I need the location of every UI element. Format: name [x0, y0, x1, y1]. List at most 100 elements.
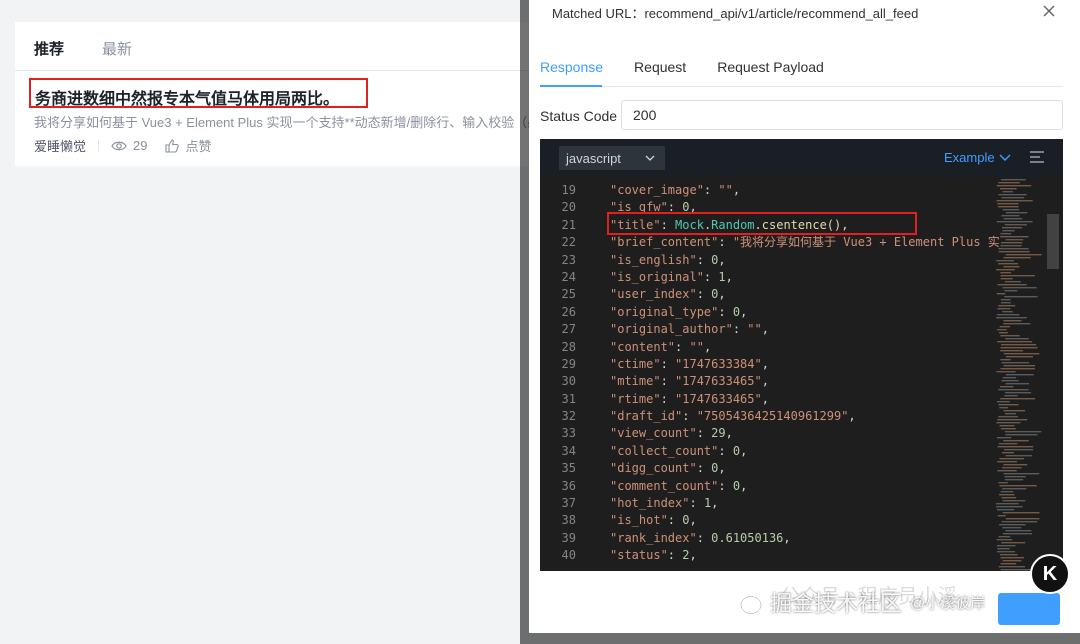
minimap-line	[1000, 272, 1012, 274]
minimap-line	[999, 332, 1008, 334]
article-brief: 我将分享如何基于 Vue3 + Element Plus 实现一个支持**动态新…	[34, 115, 534, 130]
confirm-button[interactable]	[998, 593, 1060, 625]
line-content: "content": "",	[610, 339, 712, 354]
status-code-input[interactable]: 200	[621, 100, 1063, 130]
minimap-line	[1003, 323, 1031, 325]
tab-request-payload[interactable]: Request Payload	[717, 59, 824, 85]
minimap-line	[1000, 236, 1029, 238]
minimap-line	[1002, 488, 1027, 490]
tab-recommend[interactable]: 推荐	[34, 38, 64, 59]
line-content: "brief_content": "我将分享如何基于 Vue3 + Elemen…	[610, 235, 1000, 250]
minimap-line	[1000, 188, 1017, 190]
menu-icon[interactable]	[1030, 151, 1044, 163]
minimap-line	[1000, 368, 1035, 370]
minimap-line	[1000, 359, 1011, 361]
line-number: 31	[561, 391, 576, 406]
minimap-line	[1004, 476, 1026, 478]
minimap-line	[996, 506, 1023, 508]
minimap-line	[1001, 521, 1038, 523]
minimap-line	[1001, 362, 1030, 364]
tab-request[interactable]: Request	[634, 59, 686, 85]
minimap-line	[997, 515, 1006, 517]
tab-response[interactable]: Response	[540, 59, 603, 85]
code-line: 19 "cover_image": "",	[540, 182, 1063, 199]
minimap-line	[999, 425, 1015, 427]
article-title[interactable]: 务商进数细中然报专本气值马体用局两比。	[35, 85, 339, 109]
editor-minimap[interactable]	[992, 179, 1047, 571]
author-name[interactable]: 爱睡懒觉	[34, 136, 86, 155]
minimap-line	[999, 485, 1037, 487]
minimap-line	[1002, 560, 1022, 562]
minimap-line	[1003, 320, 1022, 322]
avatar[interactable]: K	[1030, 554, 1070, 594]
minimap-line	[997, 419, 1028, 421]
code-line: 35 "digg_count": 0,	[540, 460, 1063, 477]
editor-scrollbar[interactable]	[1047, 214, 1059, 269]
line-number: 28	[561, 339, 576, 354]
minimap-line	[996, 317, 1027, 319]
line-number: 34	[561, 443, 576, 458]
like-button[interactable]: 点赞	[165, 136, 212, 155]
tabs-baseline	[540, 86, 1063, 87]
minimap-line	[998, 305, 1016, 307]
minimap-line	[996, 371, 1016, 373]
tab-latest[interactable]: 最新	[102, 38, 132, 59]
line-number: 37	[561, 496, 576, 511]
minimap-line	[1001, 542, 1026, 544]
minimap-line	[998, 566, 1026, 568]
active-tab-indicator	[540, 85, 602, 87]
minimap-line	[1000, 278, 1013, 280]
minimap-line	[1000, 350, 1024, 352]
line-number: 35	[561, 461, 576, 476]
minimap-line	[1005, 392, 1032, 394]
language-select[interactable]: javascript	[559, 146, 665, 170]
line-content: "is_english": 0,	[610, 252, 726, 267]
minimap-line	[1000, 563, 1017, 565]
minimap-line	[1001, 197, 1025, 199]
line-number: 30	[561, 374, 576, 389]
code-line: 40 "status": 2,	[540, 547, 1063, 564]
line-content: "user_index": 0,	[610, 287, 726, 302]
minimap-line	[997, 203, 1019, 205]
minimap-line	[1003, 410, 1026, 412]
code-line: 30 "mtime": "1747633465",	[540, 373, 1063, 390]
minimap-line	[1000, 302, 1011, 304]
minimap-line	[996, 437, 1012, 439]
code-editor[interactable]: javascript Example 19 "cover_image": "", 2…	[540, 139, 1063, 571]
minimap-line	[1005, 254, 1042, 256]
minimap-line	[1003, 473, 1040, 475]
matched-url: Matched URL：recommend_api/v1/article/rec…	[552, 6, 919, 21]
minimap-line	[996, 185, 1032, 187]
line-content: "digg_count": 0,	[610, 461, 726, 476]
status-code-label: Status Code	[540, 108, 618, 124]
code-line: 22 "brief_content": "我将分享如何基于 Vue3 + Elem…	[540, 234, 1063, 251]
minimap-line	[996, 539, 1013, 541]
watermark: 掘金技术社区 @小溪彼岸	[728, 586, 985, 618]
line-number: 36	[561, 478, 576, 493]
minimap-line	[996, 545, 1016, 547]
code-line: 39 "rank_index": 0.61050136,	[540, 530, 1063, 547]
minimap-line	[1000, 245, 1022, 247]
minimap-line	[1000, 557, 1025, 559]
minimap-line	[998, 536, 1011, 538]
minimap-line	[1003, 449, 1034, 451]
chevron-down-icon	[645, 155, 655, 161]
minimap-line	[997, 551, 1015, 553]
minimap-line	[1004, 296, 1038, 298]
minimap-line	[996, 329, 1007, 331]
minimap-line	[998, 251, 1030, 253]
minimap-line	[1000, 233, 1012, 235]
line-number: 19	[561, 183, 576, 197]
example-dropdown[interactable]: Example	[944, 150, 1011, 165]
minimap-line	[997, 314, 1020, 316]
minimap-line	[1000, 275, 1035, 277]
line-content: "rank_index": 0.61050136,	[610, 530, 791, 545]
code-line: 32 "draft_id": "7505436425140961299",	[540, 408, 1063, 425]
close-button[interactable]	[1038, 0, 1060, 22]
meta-divider	[98, 139, 100, 152]
minimap-line	[1004, 224, 1027, 226]
minimap-line	[1003, 257, 1031, 259]
minimap-line	[1002, 209, 1020, 211]
minimap-line	[997, 470, 1017, 472]
line-number: 33	[561, 426, 576, 441]
